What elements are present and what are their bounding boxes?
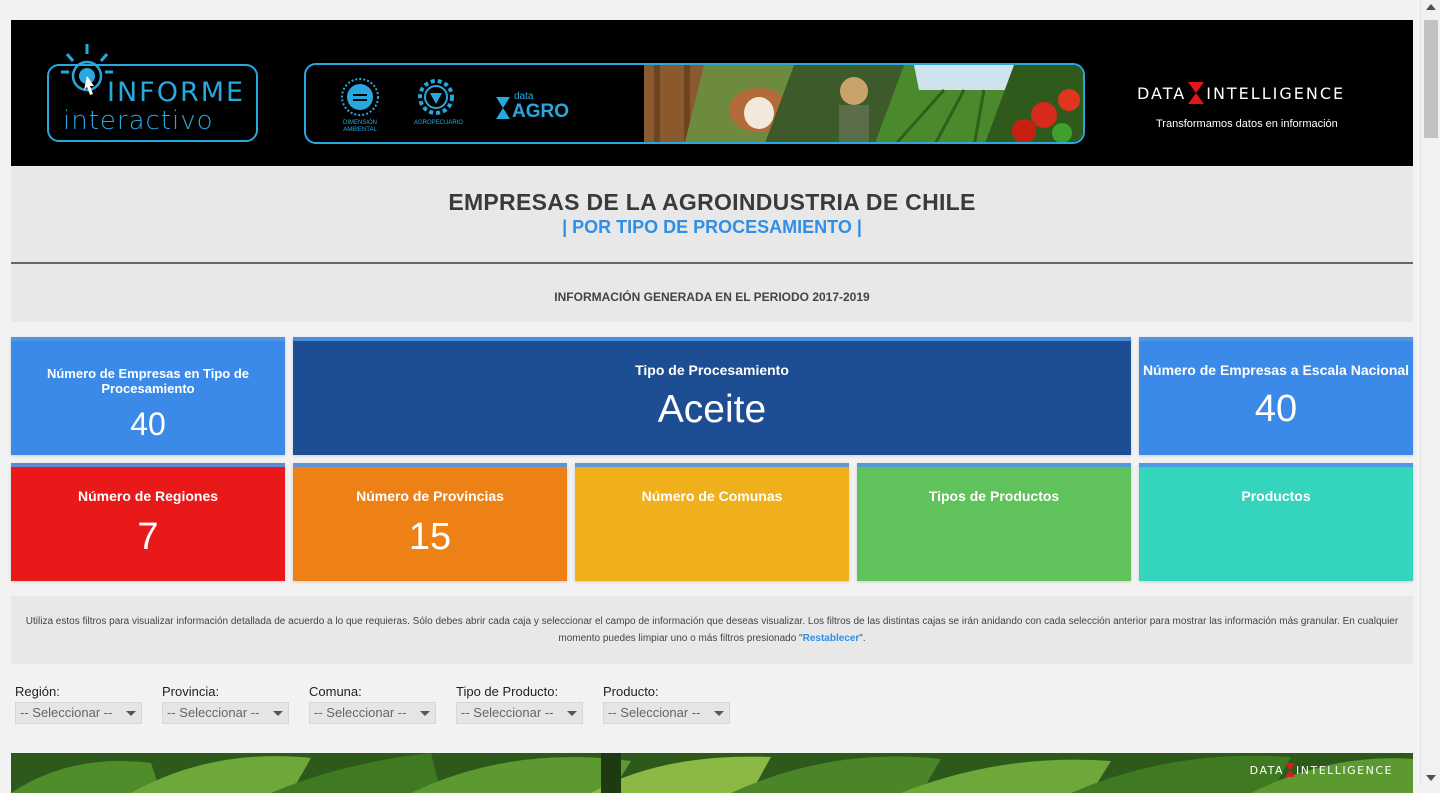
- di-tagline: Transformamos datos en información: [1156, 118, 1338, 130]
- dataagro-big-text: AGRO: [512, 101, 569, 122]
- filter-label: Provincia:: [162, 684, 220, 699]
- kpi-label: Tipo de Procesamiento: [635, 362, 789, 378]
- hourglass-icon: [1188, 82, 1205, 104]
- kpi-value: 40: [130, 406, 166, 442]
- filter-comuna: Comuna: -- Seleccionar --: [309, 684, 456, 724]
- filter-instructions: Utiliza estos filtros para visualizar in…: [11, 596, 1413, 664]
- producto-select[interactable]: -- Seleccionar --: [603, 702, 730, 724]
- select-value: -- Seleccionar --: [608, 705, 701, 720]
- kpi-card-tipos-productos: Tipos de Productos: [857, 463, 1131, 581]
- kpi-label: Productos: [1241, 488, 1311, 504]
- kpi-card-comunas: Número de Comunas: [575, 463, 849, 581]
- di-left-text: DATA: [1137, 83, 1187, 103]
- kpi-label: Número de Provincias: [356, 488, 504, 504]
- logo-informe-text: INFORME: [107, 77, 246, 108]
- kpi-value: Aceite: [657, 388, 767, 431]
- scrollbar-thumb[interactable]: [1424, 20, 1438, 138]
- footer-di-right: INTELLIGENCE: [1296, 763, 1393, 777]
- provincia-select[interactable]: -- Seleccionar --: [162, 702, 289, 724]
- chevron-down-icon: [567, 711, 577, 716]
- footer-di-logo: DATA INTELLIGENCE: [1250, 763, 1393, 777]
- dimension-ambiental-text: DIMENSIÓN AMBIENTAL: [342, 120, 377, 133]
- period-note: INFORMACIÓN GENERADA EN EL PERIODO 2017-…: [11, 264, 1413, 322]
- gear-icon: [418, 79, 454, 115]
- filter-label: Región:: [15, 684, 60, 699]
- filter-tipo-producto: Tipo de Producto: -- Seleccionar --: [456, 684, 603, 724]
- hourglass-icon: [1285, 763, 1296, 777]
- vertical-scrollbar[interactable]: [1420, 0, 1440, 785]
- sun-icon: [341, 78, 379, 116]
- kpi-card-provincias: Número de Provincias 15: [293, 463, 567, 581]
- agropecuario-text: AGROPECUARIO: [414, 120, 464, 126]
- header-banner: INFORME interactivo DIMENSIÓN AMBIENTAL: [11, 20, 1413, 166]
- filter-label: Tipo de Producto:: [456, 684, 559, 699]
- scroll-down-arrow-icon[interactable]: [1426, 775, 1436, 781]
- agropecuario-logo: AGROPECUARIO: [414, 77, 464, 127]
- tipo-producto-select[interactable]: -- Seleccionar --: [456, 702, 583, 724]
- kpi-label: Número de Empresas a Escala Nacional: [1142, 362, 1410, 378]
- corn-field-banner: DATA INTELLIGENCE: [11, 753, 1413, 793]
- kpi-card-empresas-tipo: Número de Empresas en Tipo de Procesamie…: [11, 337, 285, 455]
- select-value: -- Seleccionar --: [314, 705, 407, 720]
- page-title: EMPRESAS DE LA AGROINDUSTRIA DE CHILE: [448, 189, 976, 215]
- kpi-card-productos: Productos: [1139, 463, 1413, 581]
- agriculture-photo-collage: [644, 65, 1083, 142]
- chevron-down-icon: [273, 711, 283, 716]
- kpi-value: 40: [1254, 388, 1298, 430]
- kpi-card-empresas-nacional: Número de Empresas a Escala Nacional 40: [1139, 337, 1413, 455]
- hourglass-icon: [496, 97, 510, 119]
- data-intelligence-logo: DATA INTELLIGENCE Transformamos datos en…: [1137, 82, 1377, 130]
- filter-region: Región: -- Seleccionar --: [15, 684, 162, 724]
- dashboard-page: INFORME interactivo DIMENSIÓN AMBIENTAL: [11, 20, 1413, 793]
- filter-producto: Producto: -- Seleccionar --: [603, 684, 750, 724]
- select-value: -- Seleccionar --: [461, 705, 554, 720]
- kpi-card-regiones: Número de Regiones 7: [11, 463, 285, 581]
- chevron-down-icon: [126, 711, 136, 716]
- reset-link[interactable]: Restablecer: [803, 633, 860, 644]
- kpi-label: Tipos de Productos: [928, 488, 1060, 504]
- kpi-value: 7: [137, 516, 159, 558]
- kpi-card-tipo-procesamiento: Tipo de Procesamiento Aceite: [293, 337, 1131, 455]
- comuna-select[interactable]: -- Seleccionar --: [309, 702, 436, 724]
- informe-interactivo-logo: INFORME interactivo: [47, 44, 258, 142]
- region-select[interactable]: -- Seleccionar --: [15, 702, 142, 724]
- page-subtitle: | POR TIPO DE PROCESAMIENTO |: [562, 217, 862, 237]
- di-right-text: INTELLIGENCE: [1206, 83, 1346, 103]
- filter-label: Comuna:: [309, 684, 362, 699]
- filter-label: Producto:: [603, 684, 659, 699]
- instructions-text-end: ".: [859, 633, 866, 644]
- instructions-text: Utiliza estos filtros para visualizar in…: [25, 616, 1399, 644]
- filter-provincia: Provincia: -- Seleccionar --: [162, 684, 309, 724]
- chevron-down-icon: [714, 711, 724, 716]
- kpi-label: Número de Regiones: [77, 488, 219, 504]
- scroll-up-arrow-icon[interactable]: [1426, 4, 1436, 10]
- kpi-label: Número de Empresas en Tipo de Procesamie…: [46, 366, 250, 396]
- partner-strip: DIMENSIÓN AMBIENTAL AGROPECUARIO data AG…: [304, 63, 1085, 144]
- filter-bar: Región: -- Seleccionar -- Provincia: -- …: [15, 684, 750, 724]
- kpi-label: Número de Comunas: [641, 488, 783, 504]
- corn-leaves-image: [11, 753, 1413, 793]
- select-value: -- Seleccionar --: [20, 705, 113, 720]
- data-intelligence-wordmark: DATA INTELLIGENCE: [1137, 82, 1377, 104]
- title-section: EMPRESAS DE LA AGROINDUSTRIA DE CHILE | …: [11, 166, 1413, 264]
- dimension-ambiental-logo: DIMENSIÓN AMBIENTAL: [340, 77, 380, 134]
- chevron-down-icon: [420, 711, 430, 716]
- kpi-value: 15: [408, 516, 452, 558]
- footer-di-left: DATA: [1249, 763, 1285, 777]
- logo-interactivo-text: interactivo: [63, 106, 214, 136]
- select-value: -- Seleccionar --: [167, 705, 260, 720]
